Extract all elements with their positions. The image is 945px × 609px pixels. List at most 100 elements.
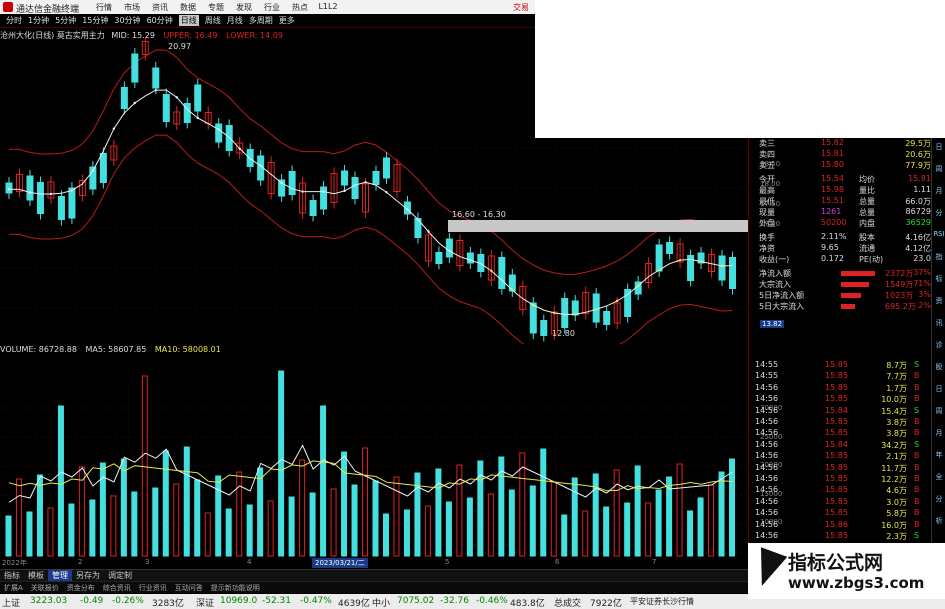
period-item[interactable]: 多周期	[249, 15, 273, 26]
bottom-tab[interactable]: 综合资讯	[99, 583, 135, 593]
volume-bar	[278, 370, 285, 557]
menu-item[interactable]: 行情	[90, 2, 118, 13]
x-label: 2022年	[2, 559, 27, 567]
sz-index-name[interactable]: 深证	[196, 596, 214, 609]
candle-body	[162, 94, 170, 122]
menu-item[interactable]: 专题	[202, 2, 230, 13]
volume-bar	[15, 478, 22, 557]
period-item[interactable]: 月线	[227, 15, 243, 26]
side-tool-item[interactable]: 日	[933, 142, 945, 153]
side-tool-item[interactable]: 年	[933, 450, 945, 461]
price-chart[interactable]: 16.60 - 16.30 20.97 12.80	[0, 38, 748, 344]
stat-row: 现量 1261 总量 86729	[759, 207, 931, 217]
menu-item[interactable]: 市场	[118, 2, 146, 13]
side-tool-item[interactable]: 讯	[933, 318, 945, 329]
app-logo-icon	[3, 2, 13, 12]
side-tool-item[interactable]: 分	[933, 208, 945, 219]
mid-dot	[699, 260, 703, 263]
mid-dot	[615, 299, 619, 303]
tab-item-active[interactable]: 管理	[48, 570, 72, 581]
bottom-tab[interactable]: 扩展A	[0, 583, 27, 593]
volume-bar	[47, 507, 54, 557]
side-tool-item[interactable]: 诊	[933, 340, 945, 351]
mid-dot	[678, 258, 682, 262]
volume-bar	[382, 513, 389, 557]
candle-body	[99, 153, 107, 183]
side-tool-item[interactable]: 标	[933, 274, 945, 285]
side-tool-item[interactable]: RSI	[933, 230, 945, 241]
high-label: 20.97	[168, 42, 191, 51]
bottom-tab[interactable]: 提示新功能说明	[207, 583, 264, 593]
mid-dot	[636, 284, 640, 288]
side-tool-item[interactable]: 资	[933, 296, 945, 307]
side-tool-item[interactable]: 分	[933, 494, 945, 505]
side-tool-item[interactable]: 全	[933, 472, 945, 483]
volume-bar	[645, 502, 652, 557]
price-axis-label: 18.00	[760, 180, 781, 188]
trade-row: 14:56 15.85 3.0万 B	[755, 496, 920, 507]
mid-dot	[49, 192, 53, 196]
volume-bar	[718, 471, 725, 557]
side-tool-item[interactable]: 指	[933, 252, 945, 263]
ask-row[interactable]: 卖四 15.81 20.6万	[749, 149, 931, 160]
tab-item[interactable]: 指标	[0, 570, 24, 581]
period-item[interactable]: 1分钟	[28, 15, 49, 26]
trade-menu[interactable]: 交易	[513, 2, 529, 13]
menu-item[interactable]: 发现	[230, 2, 258, 13]
side-tool-item[interactable]: 月	[933, 428, 945, 439]
tab-item[interactable]: 另存为	[72, 570, 104, 581]
flow-row: 净流入额 2372万 37%	[759, 268, 931, 278]
period-item[interactable]: 60分钟	[147, 15, 173, 26]
ask-row[interactable]: 卖三 15.82 29.5万	[749, 138, 931, 149]
volume-bar	[697, 497, 704, 557]
period-item[interactable]: 30分钟	[114, 15, 140, 26]
period-item[interactable]: 5分钟	[55, 15, 76, 26]
menu-item[interactable]: 热点	[286, 2, 314, 13]
bottom-tab[interactable]: 互动问答	[171, 583, 207, 593]
side-toolbar: 日周月分 RSI 指标资讯诊股日周月年全分析	[931, 138, 945, 560]
period-item[interactable]: 周线	[205, 15, 221, 26]
candle-body	[351, 177, 359, 199]
bottom-tab[interactable]: 行业资讯	[135, 583, 171, 593]
stat-row: 收益(一) 0.172 PE(动) 23.0	[759, 254, 931, 264]
bottom-tab[interactable]: 资金分布	[63, 583, 99, 593]
period-item-active[interactable]: 日线	[178, 15, 199, 26]
candle-body	[445, 238, 453, 258]
flow-row: 5日大宗流入 695.2万 2%	[759, 301, 931, 311]
volume-bar	[131, 491, 138, 557]
side-tool-item[interactable]: 月	[933, 186, 945, 197]
watermark: 指标公式网 www.zbgs3.com	[748, 543, 945, 599]
candle-body	[131, 53, 139, 83]
menu-item[interactable]: L1L2	[314, 2, 342, 13]
volume-bar	[225, 508, 232, 557]
zx-index-change: -32.76	[440, 596, 470, 606]
zx-index-name[interactable]: 中小	[372, 596, 390, 609]
period-item[interactable]: 更多	[279, 15, 295, 26]
bottom-tab[interactable]: 关联报价	[27, 583, 63, 593]
x-label: 4	[247, 558, 252, 566]
candle-body	[729, 257, 737, 289]
menu-item[interactable]: 资讯	[146, 2, 174, 13]
tab-item[interactable]: 调定制	[104, 570, 136, 581]
menu-item[interactable]: 数据	[174, 2, 202, 13]
side-tool-item[interactable]: 周	[933, 164, 945, 175]
trade-row: 14:56 15.85 12.2万 B	[755, 474, 920, 484]
volume-bar	[110, 495, 117, 557]
period-item[interactable]: 15分钟	[82, 15, 108, 26]
menu-item[interactable]: 行业	[258, 2, 286, 13]
period-item[interactable]: 分时	[6, 15, 22, 26]
sh-index-pct: -0.26%	[112, 596, 144, 606]
side-tool-item[interactable]: 日	[933, 384, 945, 395]
side-tool-item[interactable]: 股	[933, 362, 945, 373]
x-label: 7	[652, 558, 657, 566]
side-tool-item[interactable]: 周	[933, 406, 945, 417]
candle-body	[435, 252, 443, 264]
mid-dot	[427, 230, 430, 233]
mid-dot	[259, 164, 262, 168]
total-label: 总成交	[554, 599, 582, 609]
flow-bar	[841, 271, 875, 276]
volume-chart[interactable]	[0, 356, 748, 560]
tab-item[interactable]: 模板	[24, 570, 48, 581]
sh-index-name[interactable]: 上证	[2, 596, 20, 609]
side-tool-item[interactable]: 析	[933, 516, 945, 527]
